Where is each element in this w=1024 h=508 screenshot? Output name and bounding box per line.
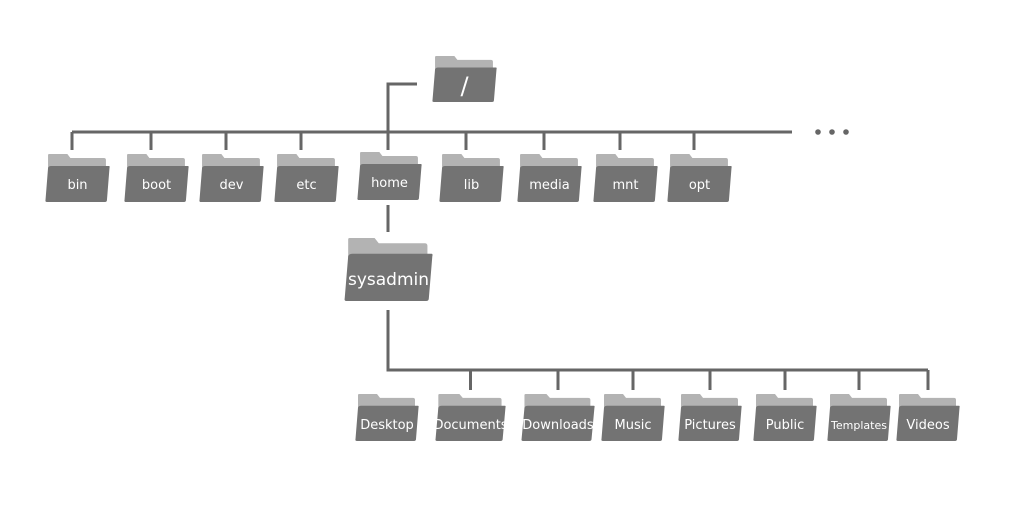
root-connector xyxy=(386,82,417,132)
folder-desktop[interactable]: Desktop xyxy=(355,394,419,441)
folder-label: home xyxy=(371,176,408,192)
folder-label: Desktop xyxy=(360,417,414,433)
folder-boot[interactable]: boot xyxy=(124,154,189,202)
filesystem-tree-diagram: / bin boot dev etc home lib media mnt op… xyxy=(0,0,1024,508)
folder-videos[interactable]: Videos xyxy=(896,394,960,441)
folder-label: Pictures xyxy=(684,417,736,433)
folder-label: opt xyxy=(688,178,711,194)
folder-root[interactable]: / xyxy=(432,56,497,102)
more-dot xyxy=(843,129,849,135)
folder-opt[interactable]: opt xyxy=(667,154,732,202)
folder-bin[interactable]: bin xyxy=(45,154,110,202)
folder-sysadmin[interactable]: sysadmin xyxy=(344,238,433,301)
folder-documents[interactable]: Documents xyxy=(433,394,508,441)
folder-templates[interactable]: Templates xyxy=(827,394,891,441)
folder-label: media xyxy=(529,178,570,194)
folder-label: mnt xyxy=(612,178,639,194)
folder-label: bin xyxy=(67,178,88,194)
folder-media[interactable]: media xyxy=(517,154,582,202)
folder-label: etc xyxy=(296,178,317,194)
folder-pictures[interactable]: Pictures xyxy=(678,394,742,441)
folder-mnt[interactable]: mnt xyxy=(593,154,658,202)
folder-label: sysadmin xyxy=(347,269,430,290)
folder-music[interactable]: Music xyxy=(601,394,665,441)
folder-label: Downloads xyxy=(522,417,594,433)
folder-label: Templates xyxy=(831,418,887,432)
folder-public[interactable]: Public xyxy=(753,394,817,441)
folder-label: / xyxy=(460,72,469,101)
folder-dev[interactable]: dev xyxy=(199,154,264,202)
folder-label: Videos xyxy=(906,417,950,433)
folder-label: boot xyxy=(141,178,172,194)
folder-lib[interactable]: lib xyxy=(439,154,504,202)
folder-label: Documents xyxy=(433,417,508,433)
folder-home[interactable]: home xyxy=(357,152,422,200)
user-bus xyxy=(386,310,928,372)
folder-label: dev xyxy=(219,178,244,194)
folder-downloads[interactable]: Downloads xyxy=(521,394,595,441)
folder-label: Music xyxy=(614,417,652,433)
more-dot xyxy=(829,129,835,135)
folder-label: Public xyxy=(765,417,805,433)
more-dot xyxy=(815,129,821,135)
folder-etc[interactable]: etc xyxy=(274,154,339,202)
folder-label: lib xyxy=(463,178,480,194)
